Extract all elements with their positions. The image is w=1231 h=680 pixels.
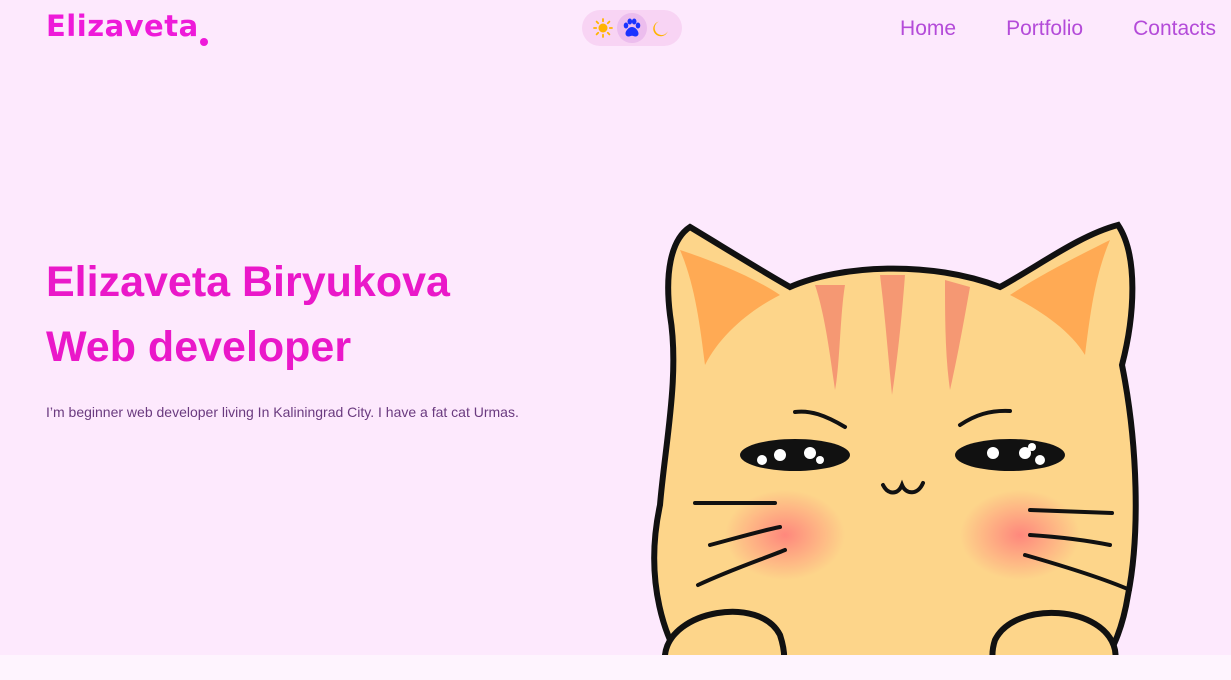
site-logo[interactable]: Elizaveta [46,6,199,46]
hero-role: Web developer [46,323,352,371]
cat-illustration [651,221,1139,680]
sun-icon [592,18,613,38]
theme-paw-button[interactable] [617,13,647,43]
hero-description: I’m beginner web developer living In Kal… [46,404,519,420]
hero-title: Elizaveta Biryukova Web developer [46,250,450,380]
paw-icon [623,18,641,37]
cat-eye-left [740,439,850,471]
site-header: Elizaveta Home Portfolio Contacts [0,0,1231,60]
hero-name: Elizaveta Biryukova [46,258,450,306]
theme-switch [582,10,682,46]
cat-eye-right [955,439,1065,471]
theme-dark-button[interactable] [647,13,676,43]
footer-strip [0,655,1231,680]
moon-icon [653,21,669,37]
theme-light-button[interactable] [588,13,617,43]
nav-contacts[interactable]: Contacts [1133,14,1216,44]
nav-portfolio[interactable]: Portfolio [1006,14,1083,44]
nav-home[interactable]: Home [900,14,956,44]
main-nav: Home Portfolio Contacts [900,14,1216,44]
logo-dot [200,38,208,46]
